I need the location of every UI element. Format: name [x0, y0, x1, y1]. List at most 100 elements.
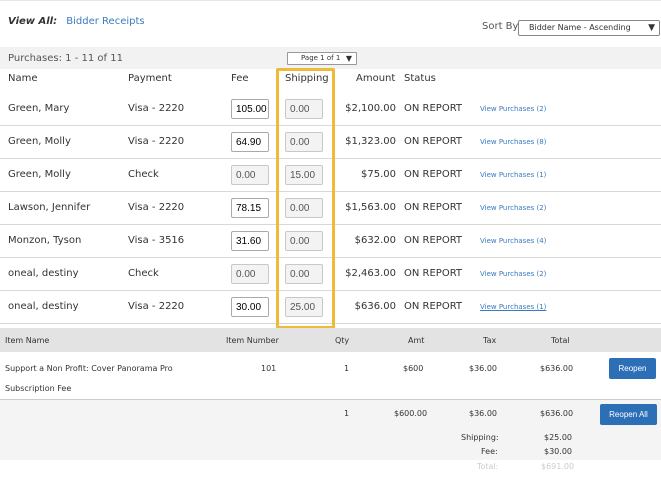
reopen-button[interactable]: Reopen [609, 358, 656, 379]
detail-header: Item Name Item Number Qty Amt Tax Total [0, 328, 661, 352]
footer-accent [0, 460, 18, 463]
chevron-down-icon: ▼ [345, 54, 352, 63]
row-payment: Check [128, 268, 159, 279]
view-purchases-link[interactable]: View Purchases (4) [480, 237, 546, 245]
shipping-input[interactable] [285, 99, 323, 119]
fee-input[interactable] [231, 99, 269, 119]
column-header-payment: Payment [128, 73, 172, 84]
table-row: Lawson, Jennifer Visa - 2220 $1,563.00 ON R… [0, 192, 661, 225]
purchases-count: Purchases: 1 - 11 of 11 [8, 53, 123, 64]
fee-total-label: Fee: [481, 447, 498, 456]
row-amount: $632.00 [354, 235, 396, 246]
view-all-label: View All: [8, 16, 58, 27]
detail-item-name-line2: Subscription Fee [5, 384, 72, 393]
view-purchases-link[interactable]: View Purchases (2) [480, 105, 546, 113]
column-header-name: Name [8, 73, 38, 84]
column-header-shipping: Shipping [285, 73, 329, 84]
column-header-fee: Fee [231, 73, 249, 84]
shipping-input[interactable] [285, 132, 323, 152]
fee-input[interactable] [231, 231, 269, 251]
page-select-value: Page 1 of 1 [301, 54, 341, 62]
row-name: Lawson, Jennifer [8, 202, 91, 213]
sort-by-value: Bidder Name - Ascending [529, 23, 631, 32]
bidder-receipts-link[interactable]: Bidder Receipts [66, 16, 144, 27]
page-select[interactable]: Page 1 of 1 ▼ [287, 52, 357, 65]
row-status: ON REPORT [404, 268, 463, 279]
view-purchases-link[interactable]: View Purchases (1) [480, 303, 546, 311]
row-name: Green, Molly [8, 136, 71, 147]
shipping-input[interactable] [285, 264, 323, 284]
table-row: Green, Molly Check $75.00 ON REPORT View Pur… [0, 159, 661, 192]
detail-totals: 1 $600.00 $36.00 $636.00 Reopen All Ship… [0, 400, 661, 460]
fee-input[interactable] [231, 165, 269, 185]
row-payment: Visa - 2220 [128, 136, 185, 147]
grand-total-label: Total: [477, 462, 499, 471]
table-row: Green, Mary Visa - 2220 $2,100.00 ON REPORT… [0, 93, 661, 126]
fee-input[interactable] [231, 198, 269, 218]
fee-total-value: $30.00 [544, 447, 572, 456]
table-row: Green, Molly Visa - 2220 $1,323.00 ON REPOR… [0, 126, 661, 159]
row-name: Green, Mary [8, 103, 70, 114]
shipping-input[interactable] [285, 231, 323, 251]
row-amount: $1,323.00 [345, 136, 396, 147]
view-purchases-link[interactable]: View Purchases (2) [480, 270, 546, 278]
sort-by-label: Sort By: [482, 21, 522, 32]
fee-input[interactable] [231, 264, 269, 284]
row-payment: Visa - 2220 [128, 103, 185, 114]
top-toolbar: View All: Bidder Receipts Sort By: Bidde… [0, 0, 661, 46]
detail-header-total: Total [551, 336, 570, 345]
column-header-amount: Amount [356, 73, 396, 84]
row-payment: Visa - 2220 [128, 301, 185, 312]
totals-tax: $36.00 [469, 409, 497, 418]
detail-header-item-name: Item Name [5, 336, 50, 345]
row-status: ON REPORT [404, 169, 463, 180]
row-status: ON REPORT [404, 202, 463, 213]
reopen-all-button[interactable]: Reopen All [600, 404, 657, 425]
view-all: View All: Bidder Receipts [8, 16, 145, 27]
totals-amt: $600.00 [394, 409, 428, 418]
view-purchases-link[interactable]: View Purchases (2) [480, 204, 546, 212]
row-amount: $75.00 [361, 169, 396, 180]
shipping-input[interactable] [285, 165, 323, 185]
row-amount: $1,563.00 [345, 202, 396, 213]
fee-input[interactable] [231, 297, 269, 317]
table-row: Monzon, Tyson Visa - 3516 $632.00 ON REPORT… [0, 225, 661, 258]
shipping-input[interactable] [285, 297, 323, 317]
row-status: ON REPORT [404, 103, 463, 114]
detail-item-amt: $600 [403, 364, 424, 373]
shipping-input[interactable] [285, 198, 323, 218]
table-row: oneal, destiny Visa - 2220 $636.00 ON REPOR… [0, 291, 661, 324]
detail-header-qty: Qty [335, 336, 350, 345]
sort-by-select[interactable]: Bidder Name - Ascending ▼ [518, 20, 660, 36]
row-amount: $2,463.00 [345, 268, 396, 279]
row-name: Monzon, Tyson [8, 235, 82, 246]
row-name: oneal, destiny [8, 268, 79, 279]
row-name: oneal, destiny [8, 301, 79, 312]
fee-input[interactable] [231, 132, 269, 152]
grand-total-value: $691.00 [541, 462, 575, 471]
totals-total: $636.00 [540, 409, 574, 418]
chevron-down-icon: ▼ [648, 23, 655, 33]
detail-item-name: Support a Non Profit: Cover Panorama Pro [5, 364, 173, 373]
shipping-total-value: $25.00 [544, 433, 572, 442]
pager-bar: Purchases: 1 - 11 of 11 Page 1 of 1 ▼ [0, 47, 661, 69]
totals-qty: 1 [344, 409, 350, 418]
row-amount: $2,100.00 [345, 103, 396, 114]
row-payment: Check [128, 169, 159, 180]
row-payment: Visa - 3516 [128, 235, 185, 246]
detail-header-item-number: Item Number [226, 336, 279, 345]
detail-header-tax: Tax [483, 336, 497, 345]
table-row: oneal, destiny Check $2,463.00 ON REPORT Vie… [0, 258, 661, 291]
row-status: ON REPORT [404, 136, 463, 147]
detail-item-tax: $36.00 [469, 364, 497, 373]
detail-item-row: Support a Non Profit: Cover Panorama Pro… [0, 352, 661, 400]
detail-item-qty: 1 [344, 364, 350, 373]
detail-header-amt: Amt [408, 336, 425, 345]
row-payment: Visa - 2220 [128, 202, 185, 213]
view-purchases-link[interactable]: View Purchases (1) [480, 171, 546, 179]
column-header-status: Status [404, 73, 436, 84]
view-purchases-link[interactable]: View Purchases (8) [480, 138, 546, 146]
row-name: Green, Molly [8, 169, 71, 180]
row-amount: $636.00 [354, 301, 396, 312]
shipping-total-label: Shipping: [461, 433, 499, 442]
